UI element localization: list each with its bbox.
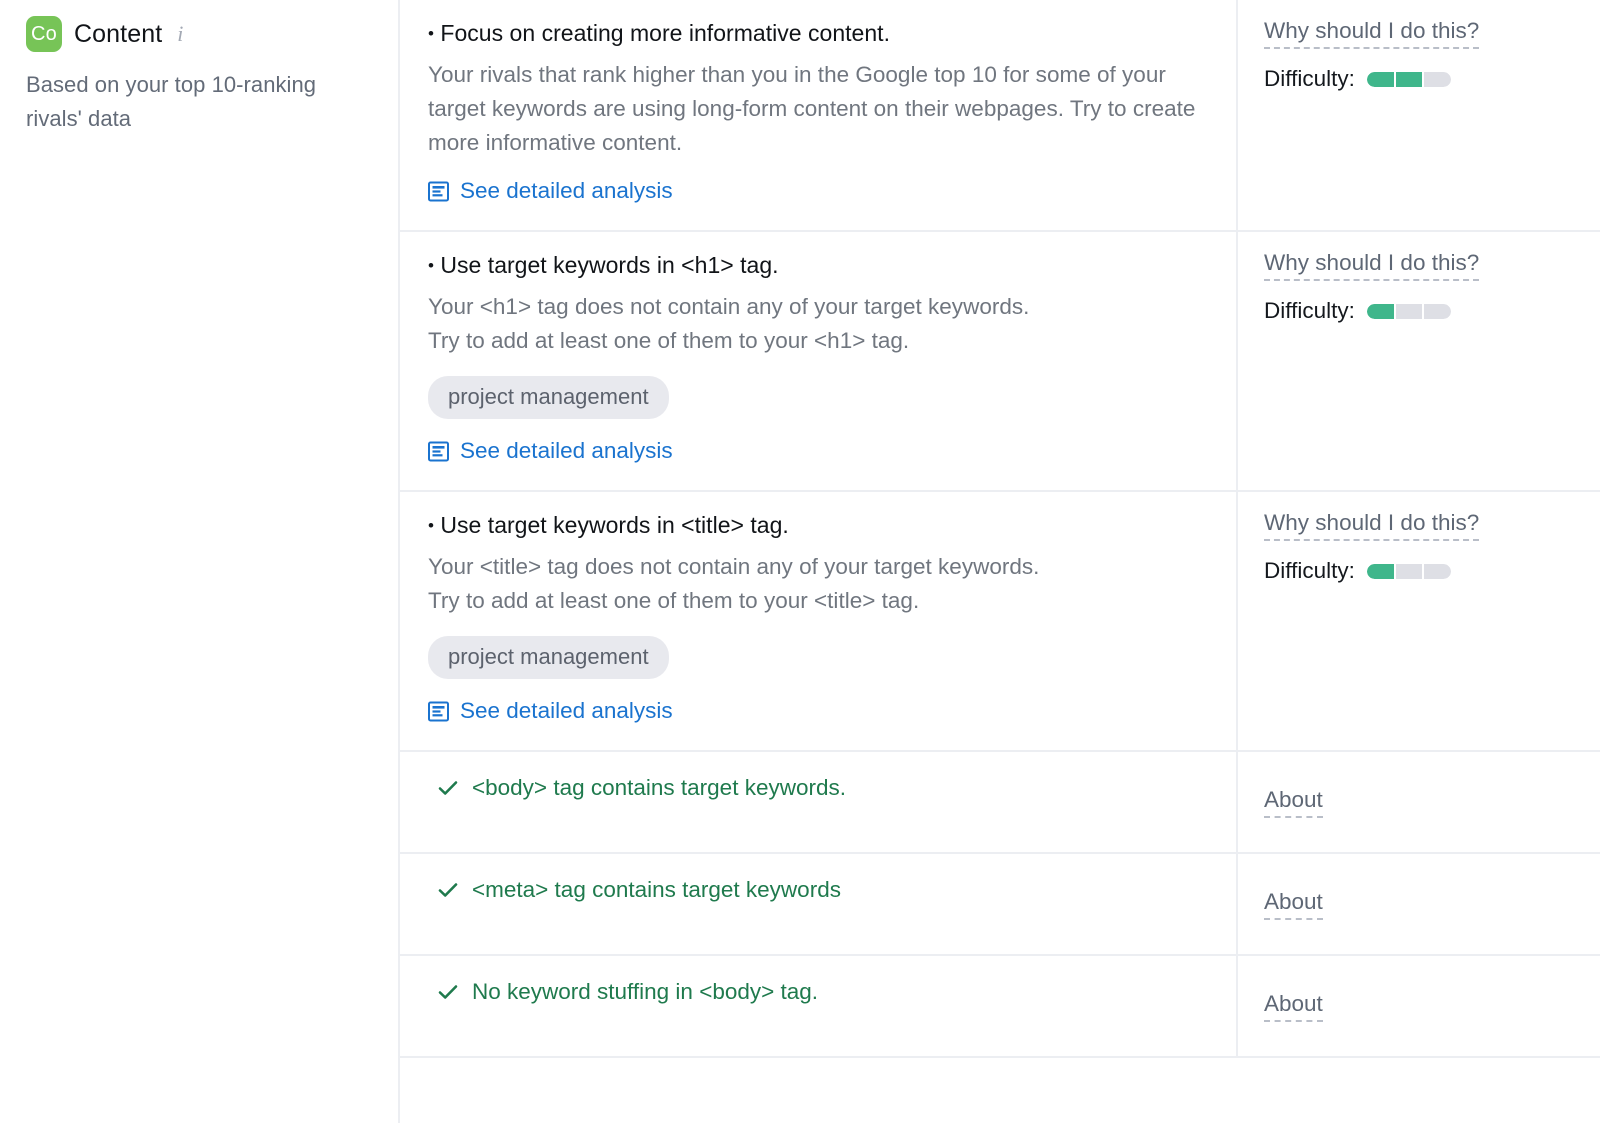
- bullet-icon: •: [428, 256, 434, 275]
- difficulty-label: Difficulty:: [1264, 558, 1355, 584]
- recommendation-rows: • Focus on creating more informative con…: [400, 0, 1600, 1123]
- why-should-i-do-this-link[interactable]: Why should I do this?: [1264, 18, 1479, 49]
- table-row: <body> tag contains target keywords. Abo…: [400, 752, 1600, 854]
- recommendation-meta: Why should I do this? Difficulty:: [1238, 232, 1600, 490]
- passed-check-meta: About: [1238, 752, 1600, 852]
- difficulty-segment: [1424, 304, 1451, 319]
- see-detailed-analysis-link[interactable]: See detailed analysis: [428, 178, 673, 204]
- difficulty-indicator: Difficulty:: [1264, 558, 1576, 584]
- see-detailed-analysis-link[interactable]: See detailed analysis: [428, 698, 673, 724]
- difficulty-indicator: Difficulty:: [1264, 66, 1576, 92]
- page-title: Content: [74, 20, 162, 49]
- recommendation-content: • Use target keywords in <h1> tag. Your …: [400, 232, 1238, 490]
- recommendation-content: • Focus on creating more informative con…: [400, 0, 1238, 230]
- keyword-chip: project management: [428, 376, 669, 420]
- passed-check-item: <body> tag contains target keywords.: [428, 752, 1200, 825]
- difficulty-indicator: Difficulty:: [1264, 298, 1576, 324]
- passed-check-content: <body> tag contains target keywords.: [400, 752, 1238, 852]
- recommendation-title: • Use target keywords in <title> tag.: [428, 510, 1200, 541]
- difficulty-bar: [1367, 72, 1451, 87]
- difficulty-segment: [1424, 564, 1451, 579]
- recommendation-meta: Why should I do this? Difficulty:: [1238, 0, 1600, 230]
- difficulty-segment: [1396, 564, 1423, 579]
- why-should-i-do-this-link[interactable]: Why should I do this?: [1264, 250, 1479, 281]
- passed-check-label: <meta> tag contains target keywords: [472, 877, 841, 903]
- section-header: Co Content i: [26, 14, 368, 54]
- recommendation-meta: Why should I do this? Difficulty:: [1238, 492, 1600, 750]
- section-column: Co Content i Based on your top 10-rankin…: [0, 0, 400, 1123]
- recommendation-description: Your rivals that rank higher than you in…: [428, 58, 1200, 159]
- article-icon: [428, 701, 449, 722]
- passed-check-meta: About: [1238, 956, 1600, 1056]
- keyword-chip: project management: [428, 636, 669, 680]
- why-should-i-do-this-link[interactable]: Why should I do this?: [1264, 510, 1479, 541]
- check-icon: [438, 778, 458, 798]
- table-row: • Use target keywords in <h1> tag. Your …: [400, 232, 1600, 492]
- passed-check-label: <body> tag contains target keywords.: [472, 775, 846, 801]
- table-row: • Use target keywords in <title> tag. Yo…: [400, 492, 1600, 752]
- recommendation-description: Your <h1> tag does not contain any of yo…: [428, 290, 1200, 358]
- see-detailed-analysis-link[interactable]: See detailed analysis: [428, 438, 673, 464]
- passed-check-label: No keyword stuffing in <body> tag.: [472, 979, 818, 1005]
- bullet-icon: •: [428, 516, 434, 535]
- difficulty-bar: [1367, 564, 1451, 579]
- difficulty-label: Difficulty:: [1264, 298, 1355, 324]
- difficulty-label: Difficulty:: [1264, 66, 1355, 92]
- content-audit-panel: Co Content i Based on your top 10-rankin…: [0, 0, 1600, 1123]
- info-icon[interactable]: i: [177, 23, 183, 45]
- about-link[interactable]: About: [1264, 787, 1323, 818]
- see-detailed-analysis-label: See detailed analysis: [460, 438, 673, 464]
- table-row: <meta> tag contains target keywords Abou…: [400, 854, 1600, 956]
- passed-check-meta: About: [1238, 854, 1600, 954]
- keyword-list: project management: [428, 636, 1200, 680]
- table-row: No keyword stuffing in <body> tag. About: [400, 956, 1600, 1058]
- difficulty-segment: [1367, 564, 1394, 579]
- bullet-icon: •: [428, 24, 434, 43]
- difficulty-bar: [1367, 304, 1451, 319]
- recommendation-description: Your <title> tag does not contain any of…: [428, 550, 1200, 618]
- table-row: • Focus on creating more informative con…: [400, 0, 1600, 232]
- passed-check-item: No keyword stuffing in <body> tag.: [428, 956, 1200, 1029]
- check-icon: [438, 982, 458, 1002]
- about-link[interactable]: About: [1264, 889, 1323, 920]
- passed-check-item: <meta> tag contains target keywords: [428, 854, 1200, 927]
- difficulty-segment: [1396, 72, 1423, 87]
- difficulty-segment: [1396, 304, 1423, 319]
- article-icon: [428, 441, 449, 462]
- passed-check-content: <meta> tag contains target keywords: [400, 854, 1238, 954]
- content-category-badge: Co: [26, 16, 62, 52]
- see-detailed-analysis-label: See detailed analysis: [460, 698, 673, 724]
- article-icon: [428, 181, 449, 202]
- see-detailed-analysis-label: See detailed analysis: [460, 178, 673, 204]
- check-icon: [438, 880, 458, 900]
- section-subtitle: Based on your top 10-ranking rivals' dat…: [26, 68, 368, 136]
- recommendation-title: • Use target keywords in <h1> tag.: [428, 250, 1200, 281]
- passed-check-content: No keyword stuffing in <body> tag.: [400, 956, 1238, 1056]
- difficulty-segment: [1367, 72, 1394, 87]
- difficulty-segment: [1424, 72, 1451, 87]
- about-link[interactable]: About: [1264, 991, 1323, 1022]
- recommendation-title: • Focus on creating more informative con…: [428, 18, 1200, 49]
- difficulty-segment: [1367, 304, 1394, 319]
- keyword-list: project management: [428, 376, 1200, 420]
- recommendation-content: • Use target keywords in <title> tag. Yo…: [400, 492, 1238, 750]
